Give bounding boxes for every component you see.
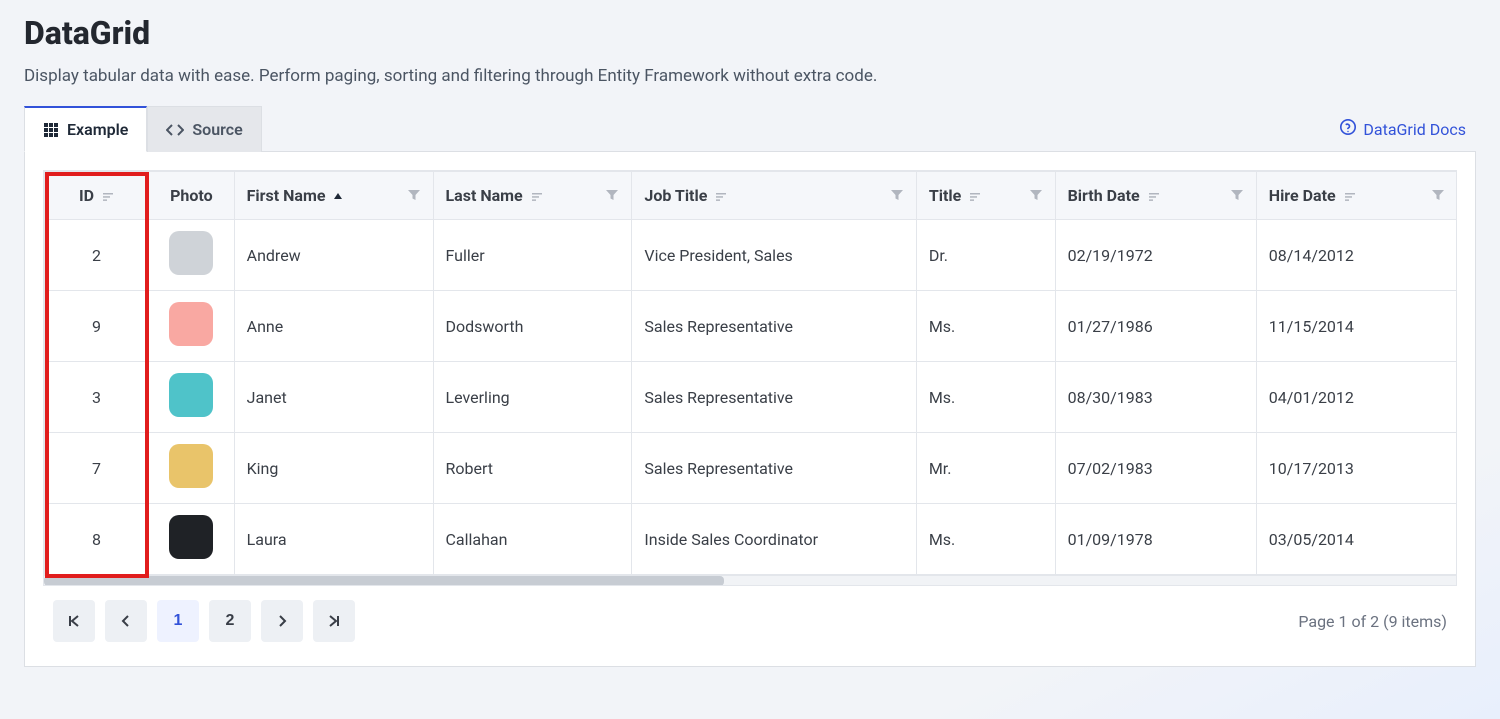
cell-title: Mr. (916, 433, 1055, 504)
cell-photo (149, 433, 235, 504)
sort-icon (715, 191, 727, 203)
cell-firstname: Laura (234, 504, 433, 575)
page-subtitle: Display tabular data with ease. Perform … (24, 66, 1476, 86)
table-row[interactable]: 8 LauraCallahanInside Sales CoordinatorMs… (45, 504, 1458, 575)
cell-jobtitle: Sales Representative (632, 291, 916, 362)
col-header-id[interactable]: ID (45, 172, 149, 220)
cell-photo (149, 504, 235, 575)
cell-lastname: Leverling (433, 362, 632, 433)
tab-source[interactable]: Source (147, 106, 261, 152)
cell-hiredate: 11/15/2014 (1256, 291, 1457, 362)
sort-icon (1344, 191, 1356, 203)
filter-icon[interactable] (605, 188, 619, 202)
tab-label: Source (192, 120, 242, 139)
cell-id: 3 (45, 362, 149, 433)
tabs: Example Source (24, 106, 262, 152)
page-title: DataGrid (24, 14, 1476, 52)
pager-next[interactable] (261, 600, 303, 642)
filter-icon[interactable] (890, 188, 904, 202)
table-row[interactable]: 7 KingRobertSales RepresentativeMr.07/02/… (45, 433, 1458, 504)
cell-id: 2 (45, 220, 149, 291)
grid-icon (43, 122, 59, 138)
avatar (169, 231, 213, 275)
cell-firstname: Andrew (234, 220, 433, 291)
pager-page-1[interactable]: 1 (157, 600, 199, 642)
horizontal-scrollbar[interactable] (44, 575, 1456, 585)
sort-icon (1148, 191, 1160, 203)
pager-summary: Page 1 of 2 (9 items) (1298, 612, 1447, 631)
filter-icon[interactable] (1431, 188, 1445, 202)
cell-title: Dr. (916, 220, 1055, 291)
table-row[interactable]: 3 JanetLeverlingSales RepresentativeMs.08… (45, 362, 1458, 433)
sort-asc-icon (333, 192, 343, 202)
filter-icon[interactable] (407, 188, 421, 202)
docs-link-label: DataGrid Docs (1363, 120, 1466, 139)
cell-birthdate: 01/27/1986 (1055, 291, 1256, 362)
cell-hiredate: 03/05/2014 (1256, 504, 1457, 575)
filter-icon[interactable] (1029, 188, 1043, 202)
cell-lastname: Robert (433, 433, 632, 504)
cell-hiredate: 04/01/2012 (1256, 362, 1457, 433)
cell-firstname: Anne (234, 291, 433, 362)
sort-icon (102, 191, 114, 203)
sort-icon (531, 191, 543, 203)
col-header-title[interactable]: Title (916, 172, 1055, 220)
docs-link[interactable]: DataGrid Docs (1339, 118, 1466, 140)
cell-photo (149, 362, 235, 433)
table-row[interactable]: 2 AndrewFullerVice President, SalesDr.02/… (45, 220, 1458, 291)
avatar (169, 302, 213, 346)
cell-photo (149, 220, 235, 291)
col-header-lastname[interactable]: Last Name (433, 172, 632, 220)
scroll-thumb[interactable] (44, 576, 724, 586)
cell-photo (149, 291, 235, 362)
pager-page-2[interactable]: 2 (209, 600, 251, 642)
cell-title: Ms. (916, 362, 1055, 433)
col-header-jobtitle[interactable]: Job Title (632, 172, 916, 220)
cell-birthdate: 01/09/1978 (1055, 504, 1256, 575)
help-icon (1339, 118, 1357, 140)
cell-lastname: Fuller (433, 220, 632, 291)
col-header-firstname[interactable]: First Name (234, 172, 433, 220)
col-header-photo[interactable]: Photo (149, 172, 235, 220)
cell-jobtitle: Sales Representative (632, 362, 916, 433)
cell-birthdate: 08/30/1983 (1055, 362, 1256, 433)
col-header-birthdate[interactable]: Birth Date (1055, 172, 1256, 220)
avatar (169, 515, 213, 559)
code-icon (166, 123, 184, 137)
sort-icon (969, 191, 981, 203)
cell-birthdate: 02/19/1972 (1055, 220, 1256, 291)
cell-lastname: Dodsworth (433, 291, 632, 362)
cell-firstname: King (234, 433, 433, 504)
cell-jobtitle: Vice President, Sales (632, 220, 916, 291)
cell-title: Ms. (916, 504, 1055, 575)
avatar (169, 444, 213, 488)
cell-jobtitle: Sales Representative (632, 433, 916, 504)
filter-icon[interactable] (1230, 188, 1244, 202)
cell-title: Ms. (916, 291, 1055, 362)
cell-id: 7 (45, 433, 149, 504)
cell-lastname: Callahan (433, 504, 632, 575)
cell-id: 8 (45, 504, 149, 575)
cell-firstname: Janet (234, 362, 433, 433)
avatar (169, 373, 213, 417)
pager-last[interactable] (313, 600, 355, 642)
panel: ID Photo First Name Last Name (24, 151, 1476, 667)
cell-jobtitle: Inside Sales Coordinator (632, 504, 916, 575)
cell-hiredate: 08/14/2012 (1256, 220, 1457, 291)
datagrid: ID Photo First Name Last Name (43, 170, 1457, 586)
col-header-hiredate[interactable]: Hire Date (1256, 172, 1457, 220)
pager-first[interactable] (53, 600, 95, 642)
tab-label: Example (67, 120, 128, 139)
cell-id: 9 (45, 291, 149, 362)
tab-example[interactable]: Example (24, 106, 147, 152)
table-row[interactable]: 9 AnneDodsworthSales RepresentativeMs.01/… (45, 291, 1458, 362)
cell-hiredate: 10/17/2013 (1256, 433, 1457, 504)
pager-prev[interactable] (105, 600, 147, 642)
pager: 1 2 Page 1 of 2 (9 items) (43, 586, 1457, 648)
cell-birthdate: 07/02/1983 (1055, 433, 1256, 504)
